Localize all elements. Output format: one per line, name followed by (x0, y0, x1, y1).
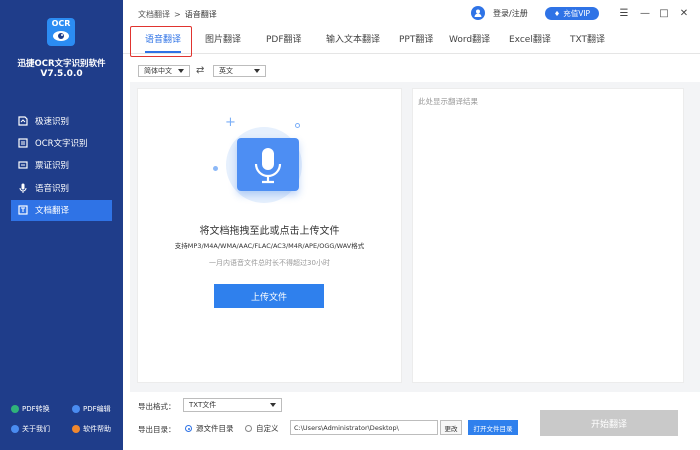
breadcrumb-current: 语音翻译 (184, 10, 217, 19)
radio-custom-dir[interactable]: 自定义 (245, 423, 279, 434)
source-language-select[interactable]: 简体中文 (138, 65, 190, 77)
eye-icon (53, 31, 69, 41)
ticket-icon (18, 160, 28, 170)
radio-unchecked-icon (245, 425, 252, 432)
export-format-value: TXT文件 (189, 401, 217, 409)
vip-button[interactable]: ♦ 充值VIP (545, 7, 599, 20)
export-format-select[interactable]: TXT文件 (183, 398, 282, 412)
logo-text: OCR (51, 19, 71, 28)
translate-icon (18, 205, 28, 215)
sidebar: OCR 迅捷OCR文字识别软件 V7.5.0.0 极速识别 OCR文字识别 票证… (0, 0, 123, 450)
close-icon[interactable]: ✕ (677, 5, 691, 21)
export-format-label: 导出格式： (138, 402, 176, 411)
ring-decoration-icon (295, 123, 300, 128)
chevron-down-icon (254, 69, 260, 73)
result-placeholder: 此处显示翻译结果 (418, 97, 478, 106)
tab-image-translate[interactable]: 图片翻译 (205, 27, 241, 53)
pdf-convert-label: PDF转换 (22, 405, 50, 413)
help-link[interactable]: 软件帮助 (72, 424, 111, 434)
breadcrumb-separator: > (174, 10, 181, 19)
sidebar-item-label: 文档翻译 (35, 206, 70, 217)
upload-title: 将文档拖拽至此或点击上传文件 (199, 226, 340, 237)
upload-file-button[interactable]: 上传文件 (214, 284, 324, 308)
user-icon (471, 6, 485, 20)
login-label: 登录/注册 (493, 8, 528, 18)
chevron-down-icon (270, 403, 276, 407)
tab-text-translate[interactable]: 输入文本翻译 (326, 27, 380, 53)
pdf-convert-icon (11, 405, 19, 413)
app-logo: OCR (47, 18, 75, 46)
change-path-button[interactable]: 更改 (440, 420, 462, 435)
tab-excel-translate[interactable]: Excel翻译 (509, 27, 551, 53)
sidebar-nav: 极速识别 OCR文字识别 票证识别 语音识别 文档翻译 (0, 110, 123, 222)
help-icon (72, 425, 80, 433)
tab-bar: 语音翻译 图片翻译 PDF翻译 输入文本翻译 PPT翻译 Word翻译 Exce… (123, 27, 700, 54)
maximize-icon[interactable]: □ (657, 5, 671, 21)
target-language-value: 英文 (219, 67, 233, 75)
radio-source-dir[interactable]: 源文件目录 (185, 423, 234, 434)
sidebar-item-label: OCR文字识别 (35, 138, 88, 149)
open-directory-button[interactable]: 打开文件目录 (468, 420, 518, 435)
chevron-down-icon (178, 69, 184, 73)
about-link[interactable]: 关于我们 (11, 424, 50, 434)
export-path-input[interactable] (290, 420, 438, 435)
tab-ppt-translate[interactable]: PPT翻译 (399, 27, 433, 53)
source-language-value: 简体中文 (144, 67, 172, 75)
plus-decoration-icon: + (225, 115, 236, 130)
sidebar-item-label: 极速识别 (35, 116, 70, 127)
menu-icon[interactable]: ☰ (617, 5, 631, 21)
target-language-select[interactable]: 英文 (213, 65, 266, 77)
sidebar-item-ticket[interactable]: 票证识别 (11, 155, 112, 176)
radio-custom-label: 自定义 (256, 424, 279, 433)
dot-decoration-icon (213, 166, 218, 171)
start-translate-button[interactable]: 开始翻译 (540, 410, 678, 436)
sidebar-item-speed[interactable]: 极速识别 (11, 110, 112, 131)
breadcrumb: 文档翻译 > 语音翻译 (138, 9, 217, 20)
login-link[interactable]: 登录/注册 (471, 6, 528, 20)
sidebar-item-voice[interactable]: 语音识别 (11, 177, 112, 198)
sidebar-item-label: 语音识别 (35, 183, 70, 194)
sidebar-item-label: 票证识别 (35, 161, 70, 172)
tab-pdf-translate[interactable]: PDF翻译 (266, 27, 302, 53)
tab-word-translate[interactable]: Word翻译 (449, 27, 490, 53)
app-version: V7.5.0.0 (40, 69, 83, 79)
radio-source-label: 源文件目录 (196, 424, 234, 433)
app-name: 迅捷OCR文字识别软件 (17, 59, 106, 69)
sidebar-item-translate[interactable]: 文档翻译 (11, 199, 112, 221)
radio-checked-icon (185, 425, 192, 432)
help-label: 软件帮助 (83, 425, 111, 433)
about-label: 关于我们 (22, 425, 50, 433)
breadcrumb-root[interactable]: 文档翻译 (138, 10, 170, 19)
sidebar-item-ocr[interactable]: OCR文字识别 (11, 132, 112, 153)
pdf-convert-link[interactable]: PDF转换 (11, 404, 50, 414)
speed-icon (18, 115, 28, 126)
about-icon (11, 425, 19, 433)
pdf-edit-icon (72, 405, 80, 413)
tab-txt-translate[interactable]: TXT翻译 (570, 27, 605, 53)
microphone-icon (237, 138, 299, 191)
minimize-icon[interactable]: — (638, 5, 652, 21)
upload-limit-note: 一月内语音文件总时长不得超过30小时 (209, 259, 330, 267)
vip-label: 充值VIP (563, 9, 591, 18)
swap-icon[interactable]: ⇄ (196, 65, 204, 76)
pdf-edit-link[interactable]: PDF编辑 (72, 404, 111, 414)
pdf-edit-label: PDF编辑 (83, 405, 111, 413)
translation-result-panel[interactable]: 此处显示翻译结果 (412, 88, 684, 383)
export-dir-label: 导出目录： (138, 425, 176, 434)
vip-icon: ♦ (553, 9, 561, 18)
ocr-icon (18, 138, 28, 148)
tab-voice-translate[interactable]: 语音翻译 (145, 27, 182, 53)
microphone-icon (18, 183, 28, 193)
upload-formats: 支持MP3/M4A/WMA/AAC/FLAC/AC3/M4R/APE/OGG/W… (174, 242, 365, 250)
